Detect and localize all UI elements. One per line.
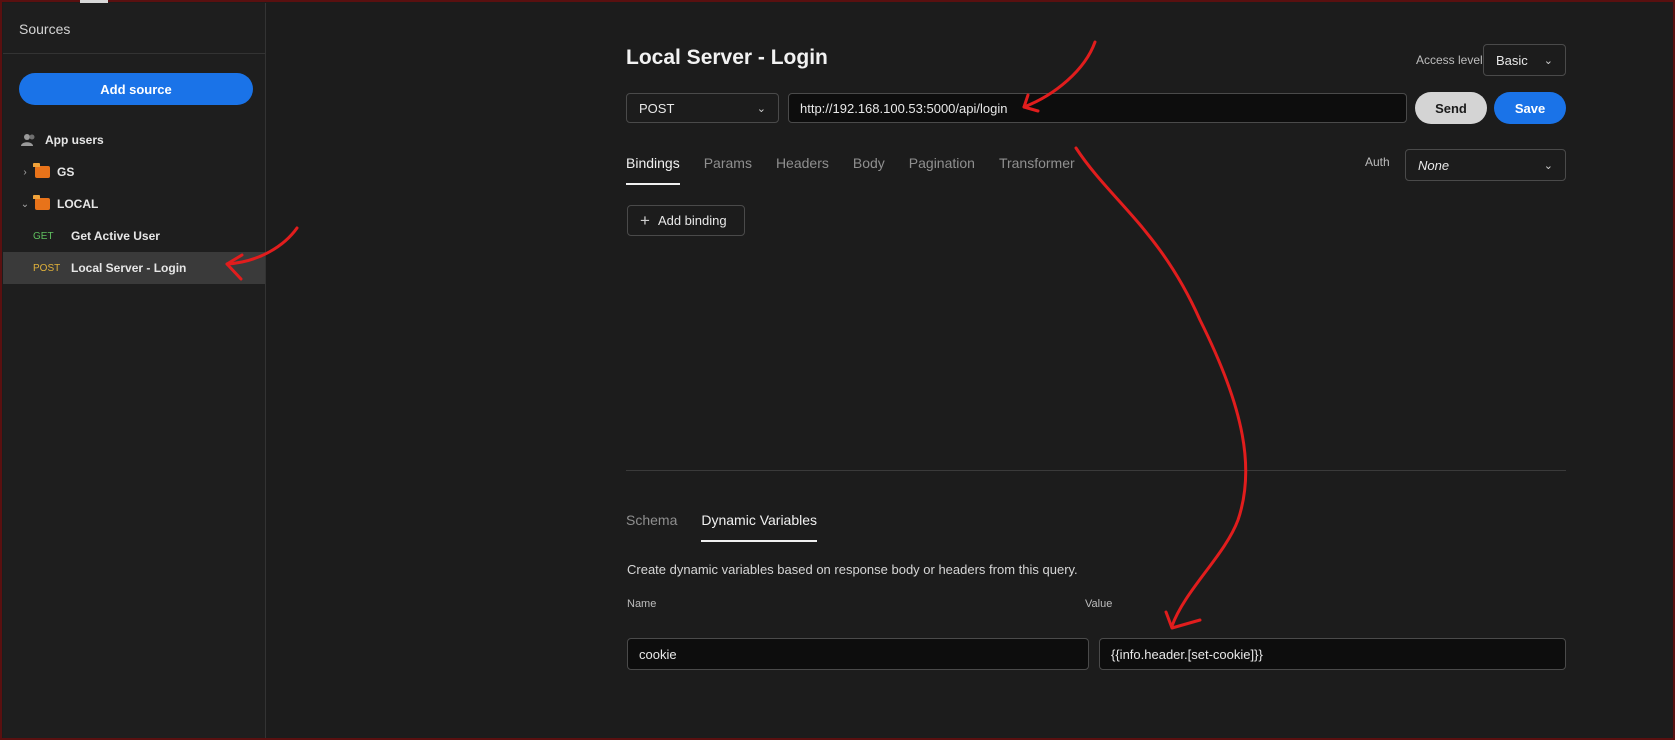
sidebar-item-label: Get Active User (71, 229, 160, 243)
access-level-label: Access level (1416, 53, 1483, 67)
name-label: Name (627, 598, 657, 610)
auth-label: Auth (1365, 155, 1390, 169)
folder-icon (33, 163, 50, 178)
tab-dynamic-variables[interactable]: Dynamic Variables (701, 512, 818, 542)
url-input[interactable]: http://192.168.100.53:5000/api/login (788, 93, 1407, 123)
auth-select[interactable]: None ⌄ (1405, 149, 1566, 181)
sidebar-item-get-active-user[interactable]: GET Get Active User (3, 220, 265, 252)
sidebar-header: Sources (3, 3, 265, 54)
tab-params[interactable]: Params (704, 155, 752, 185)
access-level-select[interactable]: Basic ⌄ (1483, 44, 1566, 76)
chevron-down-icon[interactable]: ⌄ (19, 199, 31, 210)
tab-transformer[interactable]: Transformer (999, 155, 1075, 185)
sidebar-item-label: GS (57, 165, 75, 179)
auth-value: None (1418, 157, 1450, 173)
chevron-right-icon[interactable]: › (19, 167, 31, 178)
page-title: Local Server - Login (626, 46, 828, 69)
tab-headers[interactable]: Headers (776, 155, 829, 185)
access-level-value: Basic (1496, 52, 1528, 68)
value-label: Value (1085, 598, 1113, 610)
section-divider (626, 470, 1566, 471)
add-source-button[interactable]: Add source (19, 73, 253, 105)
chevron-down-icon: ⌄ (756, 102, 766, 115)
tab-schema[interactable]: Schema (626, 512, 677, 542)
variable-name-input[interactable]: cookie (627, 638, 1089, 670)
save-button[interactable]: Save (1494, 92, 1566, 124)
sources-sidebar: Sources Add source App users › GS ⌄ LOCA… (3, 3, 266, 738)
sidebar-item-gs[interactable]: › GS (3, 156, 265, 188)
sidebar-item-local-server-login[interactable]: POST Local Server - Login (3, 252, 265, 284)
users-icon (21, 134, 35, 146)
sidebar-item-app-users[interactable]: App users (3, 124, 265, 156)
folder-icon (33, 195, 50, 210)
plus-icon: + (640, 210, 650, 230)
method-badge: POST (33, 262, 61, 274)
sidebar-item-label: App users (45, 133, 104, 147)
query-tabs: Bindings Params Headers Body Pagination … (626, 155, 1099, 185)
sidebar-item-local[interactable]: ⌄ LOCAL (3, 188, 265, 220)
sidebar-item-label: LOCAL (57, 197, 99, 211)
method-value: POST (639, 100, 675, 116)
tab-body[interactable]: Body (853, 155, 885, 185)
dynamic-variables-description: Create dynamic variables based on respon… (627, 562, 1078, 577)
add-binding-button[interactable]: + Add binding (627, 205, 745, 236)
chevron-down-icon: ⌄ (1543, 159, 1553, 172)
method-badge: GET (33, 230, 54, 242)
method-select[interactable]: POST ⌄ (626, 93, 779, 123)
tab-bindings[interactable]: Bindings (626, 155, 680, 185)
add-binding-label: Add binding (657, 213, 727, 228)
sidebar-item-label: Local Server - Login (71, 261, 187, 275)
send-button[interactable]: Send (1415, 92, 1487, 124)
chevron-down-icon: ⌄ (1543, 54, 1553, 67)
variable-value-input[interactable]: {{info.header.[set-cookie]}} (1099, 638, 1566, 670)
response-tabs: Schema Dynamic Variables (626, 512, 841, 542)
tab-pagination[interactable]: Pagination (909, 155, 975, 185)
